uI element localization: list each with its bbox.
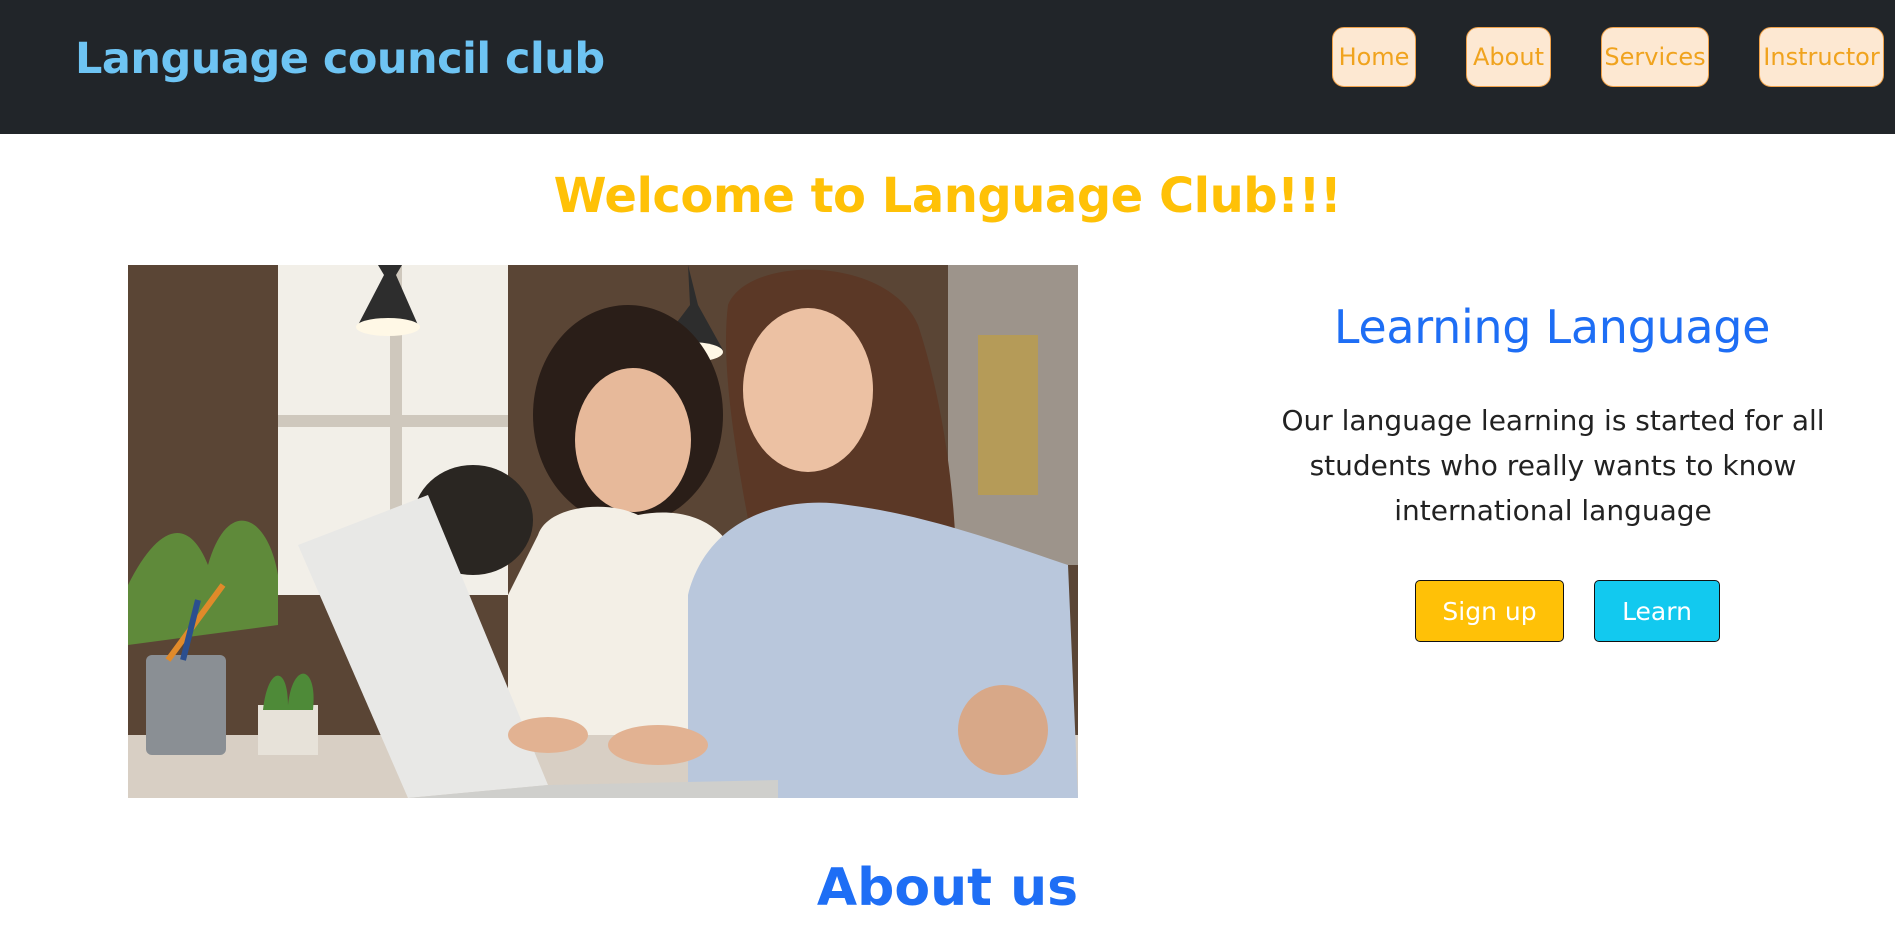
about-us-heading: About us [816,858,1079,918]
welcome-heading: Welcome to Language Club!!! [553,168,1342,224]
nav-services-button[interactable]: Services [1601,27,1709,87]
nav-home-button[interactable]: Home [1332,27,1416,87]
brand-title[interactable]: Language council club [75,34,605,84]
hero-photo [128,265,1078,798]
learning-language-title: Learning Language [1333,300,1771,354]
signup-button[interactable]: Sign up [1415,580,1564,642]
nav-instructor-button[interactable]: Instructor [1759,27,1884,87]
learn-button[interactable]: Learn [1594,580,1720,642]
navbar: Language council club Home About Service… [0,0,1895,134]
learning-description: Our language learning is started for all… [1281,404,1825,527]
nav-about-button[interactable]: About [1466,27,1551,87]
